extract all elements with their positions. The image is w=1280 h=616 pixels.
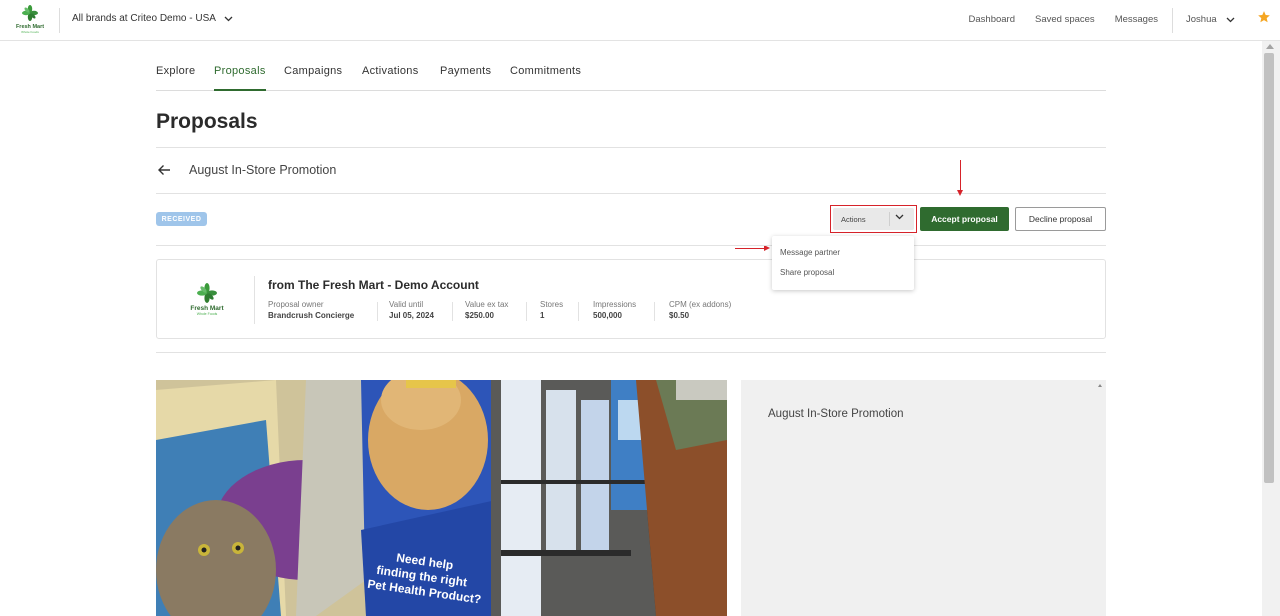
tab-activations[interactable]: Activations xyxy=(362,65,419,77)
divider xyxy=(59,8,60,33)
fresh-mart-logo[interactable]: Fresh Mart Whole Foods xyxy=(13,5,47,35)
annotation-arrow xyxy=(957,160,963,196)
back-arrow-icon[interactable] xyxy=(157,163,171,182)
actions-dropdown-button[interactable]: Actions xyxy=(833,208,914,230)
stat-impressions: Impressions 500,000 xyxy=(593,300,636,320)
fresh-mart-logo: Fresh Mart Whole Foods xyxy=(187,282,227,323)
annotation-arrow xyxy=(735,245,770,251)
stat-stores: Stores 1 xyxy=(540,300,563,320)
divider xyxy=(156,352,1106,353)
proposal-detail-panel: August In-Store Promotion xyxy=(741,380,1106,616)
nav-dashboard[interactable]: Dashboard xyxy=(969,14,1015,25)
stat-value: Jul 05, 2024 xyxy=(389,311,434,320)
brand-selector-label: All brands at Criteo Demo - USA xyxy=(72,13,216,24)
stat-label: Proposal owner xyxy=(268,300,324,309)
tab-commitments[interactable]: Commitments xyxy=(510,65,581,77)
scroll-thumb[interactable] xyxy=(1264,53,1274,483)
svg-text:Whole Foods: Whole Foods xyxy=(21,30,39,34)
svg-text:Whole Foods: Whole Foods xyxy=(197,312,218,316)
user-name: Joshua xyxy=(1186,14,1217,25)
stat-label: Impressions xyxy=(593,300,637,309)
chevron-down-icon xyxy=(1226,17,1235,22)
page-title: Proposals xyxy=(156,110,258,133)
stat-value: 500,000 xyxy=(593,311,622,320)
page-scrollbar[interactable] xyxy=(1262,41,1280,616)
panel-title: August In-Store Promotion xyxy=(768,408,904,420)
stat-value-ex-tax: Value ex tax $250.00 xyxy=(465,300,508,320)
stat-label: Valid until xyxy=(389,300,424,309)
stat-value: Brandcrush Concierge xyxy=(268,311,355,320)
stat-label: Stores xyxy=(540,300,564,309)
nav-messages[interactable]: Messages xyxy=(1115,14,1158,25)
decline-proposal-button[interactable]: Decline proposal xyxy=(1015,207,1106,231)
divider xyxy=(526,302,527,321)
tab-campaigns[interactable]: Campaigns xyxy=(284,65,342,77)
tab-explore[interactable]: Explore xyxy=(156,65,195,77)
actions-menu: Message partner Share proposal xyxy=(772,236,914,290)
scroll-up-icon[interactable] xyxy=(1266,44,1274,49)
proposal-summary-card: Fresh Mart Whole Foods from The Fresh Ma… xyxy=(156,259,1106,339)
brand-selector[interactable]: All brands at Criteo Demo - USA xyxy=(72,13,233,24)
status-badge: RECEIVED xyxy=(156,212,207,226)
divider xyxy=(452,302,453,321)
proposal-name: August In-Store Promotion xyxy=(189,163,337,177)
stat-label: CPM (ex addons) xyxy=(669,300,732,309)
stat-valid-until: Valid until Jul 05, 2024 xyxy=(389,300,434,320)
actions-label: Actions xyxy=(841,214,866,224)
divider xyxy=(156,245,1106,246)
menu-item-share-proposal[interactable]: Share proposal xyxy=(780,268,834,277)
nav-saved-spaces[interactable]: Saved spaces xyxy=(1035,14,1095,25)
stat-value: 1 xyxy=(540,311,545,320)
tab-payments[interactable]: Payments xyxy=(440,65,491,77)
tab-proposals[interactable]: Proposals xyxy=(214,65,266,91)
divider xyxy=(578,302,579,321)
chevron-down-icon xyxy=(224,16,233,21)
star-icon[interactable] xyxy=(1257,10,1271,29)
menu-item-message-partner[interactable]: Message partner xyxy=(780,248,840,257)
stat-value: $250.00 xyxy=(465,311,494,320)
stat-cpm: CPM (ex addons) $0.50 xyxy=(669,300,731,320)
placement-photo[interactable]: Need help finding the right Pet Health P… xyxy=(156,380,727,616)
divider xyxy=(377,302,378,321)
stat-proposal-owner: Proposal owner Brandcrush Concierge xyxy=(268,300,354,320)
top-nav: Dashboard Saved spaces Messages xyxy=(969,14,1158,25)
section-tabs: Explore Proposals Campaigns Activations … xyxy=(156,41,1106,91)
stat-value: $0.50 xyxy=(669,311,690,320)
divider xyxy=(1172,8,1173,33)
divider xyxy=(156,193,1106,194)
divider xyxy=(654,302,655,321)
divider xyxy=(254,276,255,324)
chevron-down-icon xyxy=(895,214,904,220)
svg-text:Fresh Mart: Fresh Mart xyxy=(190,305,224,312)
scroll-up-icon[interactable] xyxy=(1098,384,1102,387)
top-bar: Fresh Mart Whole Foods All brands at Cri… xyxy=(0,0,1280,41)
user-menu[interactable]: Joshua xyxy=(1186,14,1235,25)
stat-label: Value ex tax xyxy=(465,300,509,309)
divider xyxy=(889,212,890,226)
card-title: from The Fresh Mart - Demo Account xyxy=(268,278,479,292)
divider xyxy=(156,147,1106,148)
accept-proposal-button[interactable]: Accept proposal xyxy=(920,207,1009,231)
